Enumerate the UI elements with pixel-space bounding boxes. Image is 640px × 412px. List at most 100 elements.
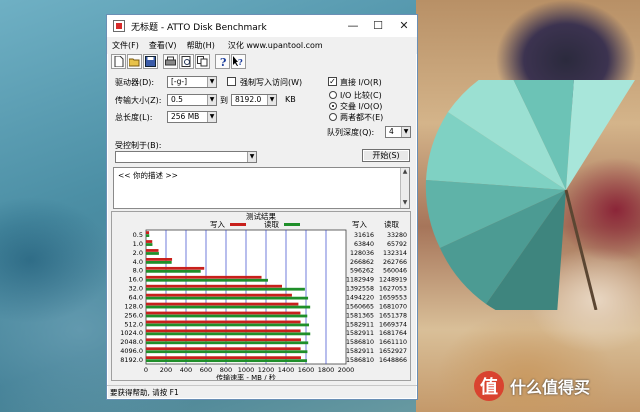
bar-read (146, 296, 309, 300)
description-text: << 你的描述 >> (118, 171, 178, 180)
direct-io-checkbox[interactable]: ✓ (328, 77, 337, 86)
bar-read (146, 278, 268, 282)
controlled-by-select[interactable]: ▼ (115, 151, 257, 163)
print-icon[interactable] (163, 54, 178, 69)
read-value: 1681070 (379, 303, 407, 310)
checkmark-icon: ✓ (329, 77, 336, 86)
menu-view[interactable]: 查看(V) (144, 40, 182, 51)
bar-write (146, 302, 299, 306)
transfer-to-label: 到 (220, 96, 228, 105)
transfer-to-select[interactable]: 8192.0 ▼ (231, 94, 277, 106)
bar-write (146, 249, 159, 252)
x-tick-label: 1200 (258, 366, 275, 374)
menu-help[interactable]: 帮助(H) (182, 40, 220, 51)
description-scrollbar[interactable]: ▲ ▼ (400, 168, 409, 208)
transfer-unit: KB (285, 95, 296, 104)
write-value: 266862 (350, 259, 374, 266)
toolbar: ? ? (111, 54, 247, 73)
bar-read (146, 243, 153, 246)
about-icon[interactable]: ? (215, 54, 230, 69)
io-compare-radio[interactable] (329, 91, 337, 99)
drive-select[interactable]: [-g-] ▼ (167, 76, 217, 88)
atto-window: 无标题 - ATTO Disk Benchmark — ☐ ✕ 文件(F) 查看… (106, 14, 418, 400)
app-icon (113, 20, 125, 32)
copy-icon[interactable] (195, 54, 210, 69)
bar-write (146, 320, 301, 324)
x-axis-label: 传输速率 - MB / 秒 (216, 373, 276, 380)
x-tick-label: 1600 (298, 366, 315, 374)
minimize-button[interactable]: — (340, 15, 366, 37)
write-value: 1560665 (346, 303, 374, 310)
transfer-from-value: 0.5 (171, 95, 183, 104)
read-value: 1659553 (379, 295, 407, 302)
bar-write (146, 266, 205, 270)
write-value: 1586810 (346, 339, 374, 346)
total-length-select[interactable]: 256 MB ▼ (167, 111, 217, 123)
read-value: 262766 (383, 259, 407, 266)
bar-read (146, 287, 305, 291)
description-field[interactable]: << 你的描述 >> ▲ ▼ (113, 167, 410, 209)
chevron-down-icon: ▼ (247, 152, 256, 162)
drive-select-value: [-g-] (171, 77, 188, 86)
title-bar[interactable]: 无标题 - ATTO Disk Benchmark — ☐ ✕ (107, 15, 417, 37)
total-length-value: 256 MB (171, 112, 200, 121)
chevron-down-icon: ▼ (401, 127, 410, 137)
menu-bar: 文件(F) 查看(V) 帮助(H) 汉化 www.upantool.com (107, 37, 417, 54)
help-icon[interactable]: ? (231, 54, 246, 69)
transfer-from-select[interactable]: 0.5 ▼ (167, 94, 217, 106)
maximize-button[interactable]: ☐ (365, 15, 391, 37)
category-label: 4.0 (133, 258, 143, 266)
category-label: 1024.0 (120, 329, 143, 337)
bar-write (146, 240, 153, 243)
category-label: 2.0 (133, 249, 143, 257)
transfer-to-value: 8192.0 (235, 95, 262, 104)
window-title: 无标题 - ATTO Disk Benchmark (131, 23, 267, 33)
read-value: 33280 (387, 232, 407, 239)
drive-label: 驱动器(D): (115, 78, 155, 87)
read-value: 1652927 (379, 348, 407, 355)
total-length-label: 总长度(L): (115, 113, 153, 122)
write-value: 1392558 (346, 286, 374, 293)
x-tick-label: 200 (160, 366, 172, 374)
umbrella-illustration (425, 80, 635, 310)
bar-read (146, 305, 311, 309)
write-value: 1582911 (346, 348, 374, 355)
menu-file[interactable]: 文件(F) (107, 40, 144, 51)
results-chart: 测试结果写入 读取 写入 读取0 200 400 600 800 1000 1200 1400 160… (120, 212, 407, 380)
category-label: 64.0 (129, 294, 143, 302)
queue-depth-select[interactable]: 4 ▼ (385, 126, 411, 138)
close-button[interactable]: ✕ (391, 15, 417, 37)
neither-radio[interactable] (329, 113, 337, 121)
save-icon[interactable] (143, 54, 158, 69)
chevron-down-icon: ▼ (207, 77, 216, 87)
write-value: 1582911 (346, 330, 374, 337)
bar-read (146, 359, 308, 363)
print-preview-icon[interactable] (179, 54, 194, 69)
scroll-up-icon[interactable]: ▲ (401, 168, 409, 176)
chevron-down-icon: ▼ (207, 95, 216, 105)
category-label: 16.0 (129, 276, 143, 284)
start-button[interactable]: 开始(S) (362, 149, 410, 162)
bar-read (146, 341, 309, 345)
bar-write (146, 347, 301, 351)
chevron-down-icon: ▼ (207, 112, 216, 122)
write-value: 63840 (354, 241, 374, 248)
bar-write (146, 231, 150, 234)
category-label: 512.0 (124, 320, 143, 328)
bar-write (146, 284, 282, 288)
bar-write (146, 293, 292, 297)
bar-read (146, 323, 310, 327)
bar-read (146, 314, 308, 318)
overlapped-io-radio[interactable] (329, 102, 337, 110)
column-read-header: 读取 (384, 219, 399, 229)
open-folder-icon[interactable] (127, 54, 142, 69)
scroll-down-icon[interactable]: ▼ (401, 199, 409, 207)
category-label: 0.5 (133, 231, 143, 239)
category-label: 1.0 (133, 240, 143, 248)
force-write-checkbox[interactable] (227, 77, 236, 86)
new-file-icon[interactable] (111, 54, 126, 69)
category-label: 4096.0 (120, 347, 143, 355)
force-write-label: 强制写入访问(W) (240, 78, 303, 87)
category-label: 32.0 (129, 285, 143, 293)
x-tick-label: 2000 (338, 366, 355, 374)
